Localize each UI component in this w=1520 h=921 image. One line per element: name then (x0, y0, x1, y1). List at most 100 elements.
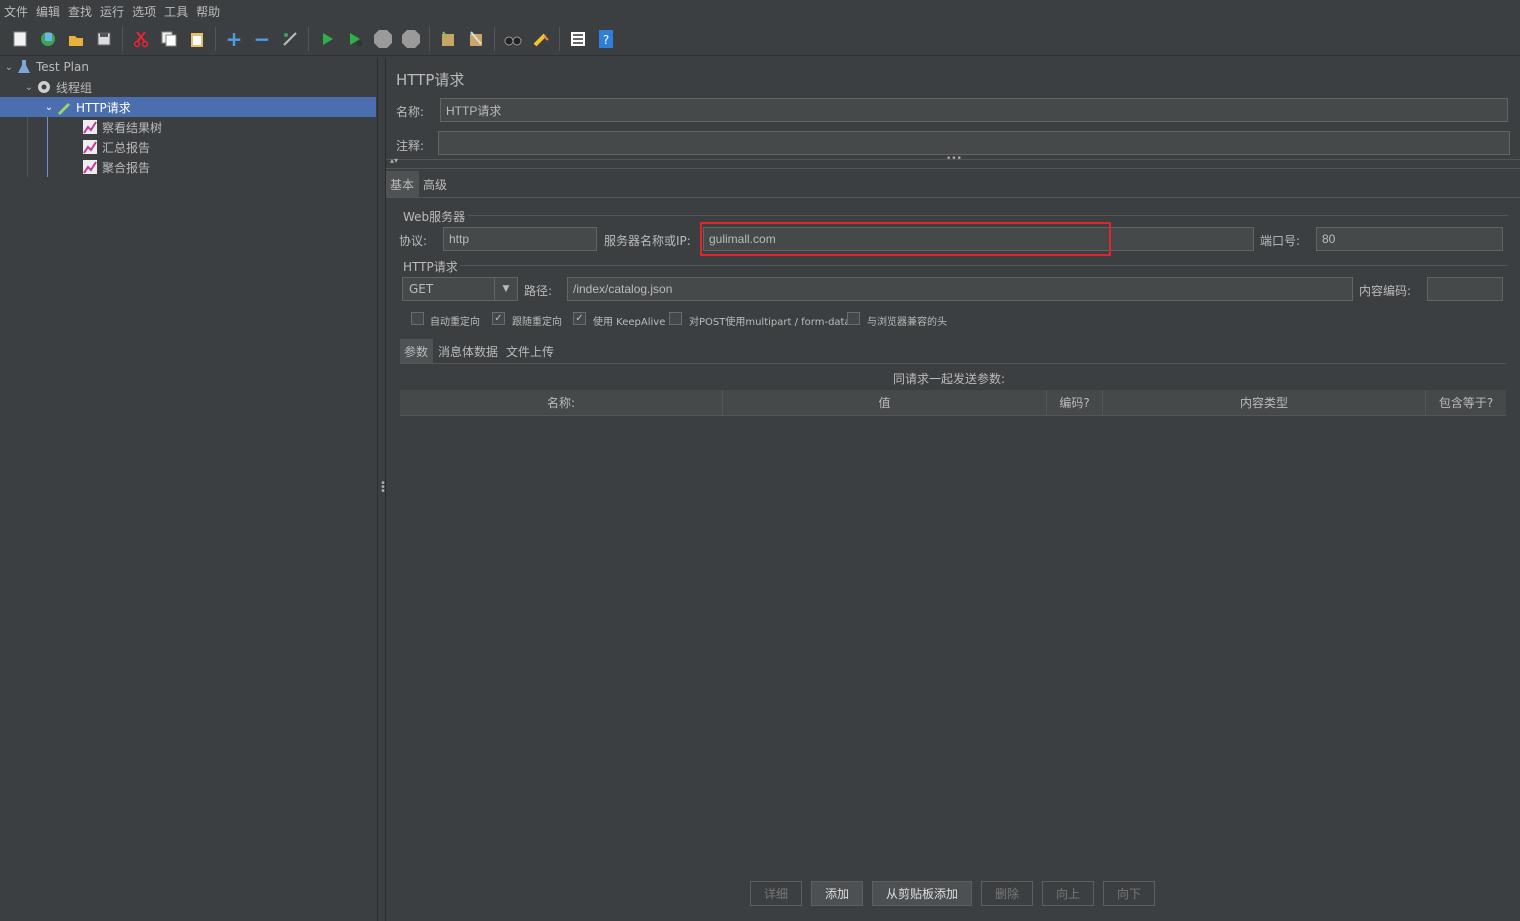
checkbox-multipart[interactable] (669, 312, 682, 325)
toolbar-separator (122, 26, 123, 51)
tree-node-test-plan[interactable]: ⌄ Test Plan (2, 57, 89, 77)
path-field[interactable] (567, 277, 1353, 301)
port-label: 端口号: (1260, 234, 1301, 248)
menu-run[interactable]: 运行 (96, 3, 128, 20)
tab-body-data[interactable]: 消息体数据 (438, 343, 498, 360)
column-header-encode[interactable]: 编码? (1047, 390, 1103, 415)
help-icon[interactable]: ? (595, 28, 617, 50)
chart-icon (82, 159, 98, 175)
start-icon[interactable] (316, 28, 338, 50)
tree-node-thread-group[interactable]: ⌄ 线程组 (22, 77, 92, 97)
tree-node-http-request[interactable]: ⌄ HTTP请求 (0, 97, 376, 117)
menu-tools[interactable]: 工具 (160, 3, 192, 20)
http-request-legend: HTTP请求 (403, 260, 458, 274)
start-no-pause-icon[interactable] (344, 28, 366, 50)
chart-icon (82, 119, 98, 135)
params-table-body[interactable] (400, 415, 1506, 875)
tree-node-view-results-tree[interactable]: 察看结果树 (82, 117, 162, 137)
protocol-field[interactable] (443, 227, 597, 251)
add-from-clipboard-button[interactable]: 从剪贴板添加 (872, 881, 972, 906)
menu-file[interactable]: 文件 (0, 3, 32, 20)
menu-options[interactable]: 选项 (128, 3, 160, 20)
tree-node-aggregate-report[interactable]: 聚合报告 (82, 157, 150, 177)
port-field[interactable] (1316, 227, 1503, 251)
save-icon[interactable] (93, 28, 115, 50)
copy-icon[interactable] (158, 28, 180, 50)
checkbox-label: 使用 KeepAlive (593, 317, 666, 328)
column-header-include-equals[interactable]: 包含等于? (1426, 390, 1506, 415)
stop-icon[interactable] (372, 28, 394, 50)
checkbox-label: 对POST使用multipart / form-data (689, 317, 851, 328)
column-header-value[interactable]: 值 (723, 390, 1047, 415)
chevron-down-icon[interactable]: ▼ (494, 278, 517, 300)
templates-icon[interactable] (37, 28, 59, 50)
toolbar-separator (429, 26, 430, 51)
column-header-content-type[interactable]: 内容类型 (1103, 390, 1426, 415)
tab-params[interactable]: 参数 (404, 343, 428, 360)
tree-label: 察看结果树 (102, 120, 163, 135)
chevron-down-icon[interactable]: ⌄ (42, 102, 56, 113)
svg-text:?: ? (603, 33, 609, 47)
method-value: GET (409, 282, 434, 296)
tree-label: 聚合报告 (102, 160, 151, 175)
menu-edit[interactable]: 编辑 (32, 3, 64, 20)
content-encoding-field[interactable] (1427, 277, 1503, 301)
group-divider (460, 265, 1508, 266)
clear-icon[interactable] (437, 28, 459, 50)
more-icon[interactable]: ••• (946, 154, 962, 164)
tab-bar (386, 171, 1520, 198)
checkbox-browser-headers[interactable] (847, 312, 860, 325)
tab-advanced[interactable]: 高级 (423, 176, 447, 193)
shutdown-icon[interactable] (400, 28, 422, 50)
menu-search[interactable]: 查找 (64, 3, 96, 20)
paste-icon[interactable] (186, 28, 208, 50)
tree-guide-line (47, 115, 48, 177)
checkbox-label: 与浏览器兼容的头 (867, 317, 947, 328)
checkbox-follow-redirects[interactable]: ✓ (492, 312, 505, 325)
collapse-bar[interactable]: ▴▾ ••• (386, 154, 1520, 169)
toolbar: + − ? (0, 22, 1520, 56)
content-encoding-label: 内容编码: (1359, 284, 1412, 298)
open-icon[interactable] (65, 28, 87, 50)
cut-icon[interactable] (130, 28, 152, 50)
detail-button[interactable]: 详细 (750, 881, 802, 906)
name-field[interactable] (440, 98, 1508, 122)
expand-icon[interactable]: + (223, 27, 245, 51)
web-server-legend: Web服务器 (403, 210, 466, 224)
checkbox-keepalive[interactable]: ✓ (573, 312, 586, 325)
tree-label: Test Plan (36, 60, 89, 74)
test-plan-tree: ⌄ Test Plan ⌄ 线程组 ⌄ HTTP请求 察看结果树 汇总报告 聚合… (0, 57, 378, 921)
menu-help[interactable]: 帮助 (192, 3, 224, 20)
search-icon[interactable] (502, 28, 524, 50)
collapse-arrows-icon[interactable]: ▴▾ (390, 156, 398, 165)
chevron-down-icon[interactable]: ⌄ (22, 82, 36, 93)
chart-icon (82, 139, 98, 155)
name-label: 名称: (396, 105, 425, 119)
toggle-icon[interactable] (279, 28, 301, 50)
comment-field[interactable] (438, 131, 1510, 155)
tab-files-upload[interactable]: 文件上传 (506, 343, 554, 360)
new-icon[interactable] (9, 28, 31, 50)
group-divider (468, 215, 1508, 216)
tree-node-summary-report[interactable]: 汇总报告 (82, 137, 150, 157)
checkbox-auto-redirect[interactable] (411, 312, 424, 325)
collapse-icon[interactable]: − (251, 27, 273, 51)
move-down-button[interactable]: 向下 (1103, 881, 1155, 906)
gear-icon (36, 79, 52, 95)
move-up-button[interactable]: 向上 (1042, 881, 1094, 906)
tree-label: 线程组 (56, 80, 93, 95)
method-select[interactable]: GET ▼ (402, 277, 518, 301)
highlight-box (700, 222, 1111, 256)
reset-search-icon[interactable] (530, 28, 552, 50)
delete-button[interactable]: 删除 (981, 881, 1033, 906)
clear-all-icon[interactable] (465, 28, 487, 50)
path-label: 路径: (524, 284, 553, 298)
function-helper-icon[interactable] (567, 28, 589, 50)
add-button[interactable]: 添加 (811, 881, 863, 906)
toolbar-separator (494, 26, 495, 51)
chevron-down-icon[interactable]: ⌄ (2, 62, 16, 73)
tab-basic[interactable]: 基本 (390, 176, 414, 193)
split-pane-divider[interactable]: • • • (377, 57, 386, 921)
column-header-name[interactable]: 名称: (400, 390, 723, 415)
toolbar-separator (308, 26, 309, 51)
